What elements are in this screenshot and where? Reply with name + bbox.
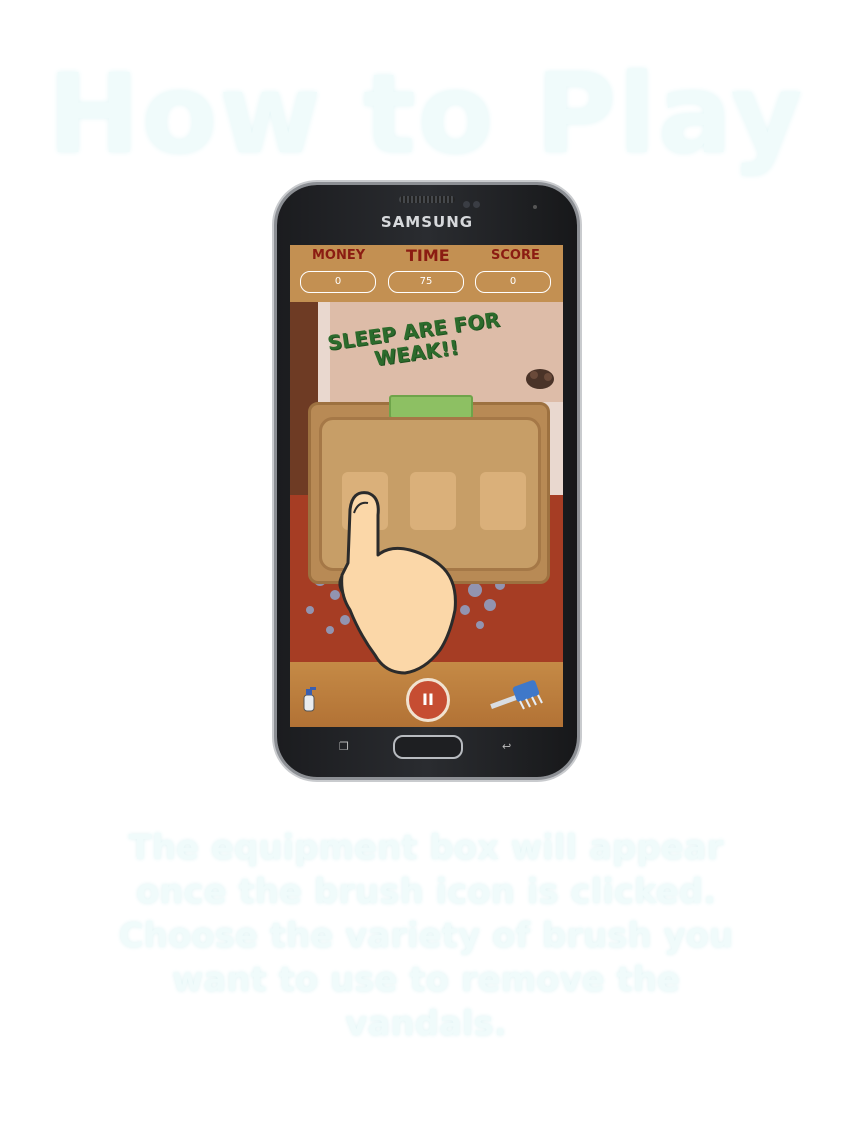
front-camera bbox=[463, 201, 470, 208]
money-label: MONEY bbox=[312, 248, 366, 263]
speaker-grille bbox=[399, 196, 455, 203]
equipment-box-tab bbox=[389, 395, 473, 419]
pointing-hand-icon bbox=[338, 491, 457, 675]
vandal-figure bbox=[526, 369, 554, 389]
proximity-sensor bbox=[473, 201, 480, 208]
home-button[interactable] bbox=[393, 735, 463, 759]
score-label: SCORE bbox=[491, 248, 540, 263]
hud-bar: MONEY TIME SCORE 0 75 0 bbox=[290, 245, 563, 302]
back-icon[interactable]: ↩ bbox=[502, 740, 511, 753]
phone-frame: SAMSUNG SLEEP ARE FOR WEAK!! MONEY TIME … bbox=[277, 185, 577, 777]
equipment-slot-3[interactable] bbox=[480, 472, 526, 530]
score-value: 0 bbox=[475, 271, 551, 293]
time-label: TIME bbox=[406, 246, 450, 265]
page-title: How to Play bbox=[47, 50, 805, 178]
spray-bottle-icon[interactable] bbox=[300, 685, 318, 713]
pause-button[interactable]: II bbox=[406, 678, 450, 722]
recent-apps-icon[interactable]: ❐ bbox=[339, 740, 349, 753]
money-value: 0 bbox=[300, 271, 376, 293]
time-value: 75 bbox=[388, 271, 464, 293]
phone-brand: SAMSUNG bbox=[380, 213, 474, 231]
brush-icon[interactable] bbox=[490, 679, 550, 711]
light-sensor bbox=[533, 205, 537, 209]
instructions-text: The equipment box will appear once the b… bbox=[118, 828, 734, 1044]
